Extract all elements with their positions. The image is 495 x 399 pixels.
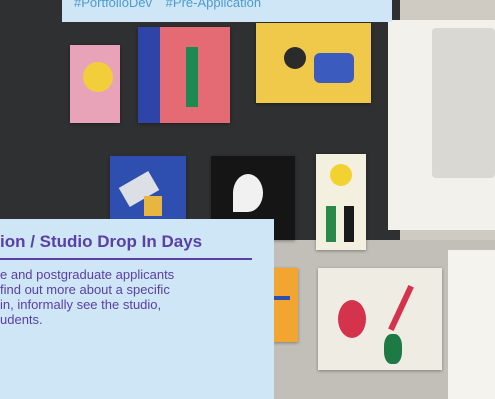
artwork-red-blue [138,27,230,123]
title-underline [0,258,252,260]
card-body-line: udents. [0,312,43,327]
artwork-figures-card [316,154,366,250]
card-title[interactable]: ion / Studio Drop In Days [0,232,202,252]
artwork-yellow-circle [70,45,120,123]
card-body-line: in, informally see the studio, [0,297,162,312]
tag-pre-application[interactable]: #Pre-Application [166,0,261,10]
card-body-line: find out more about a specific [0,282,170,297]
tag-portfolio-dev[interactable]: #PortfolioDev [74,0,152,10]
artwork-yellow-figures [256,23,371,103]
card-body-line: e and postgraduate applicants [0,267,175,282]
sketch-drawing [432,28,495,178]
hashtag-banner: #PortfolioDev #Pre-Application [62,0,392,22]
artwork-open-book [318,268,442,370]
info-card[interactable]: ion / Studio Drop In Days e and postgrad… [0,219,274,399]
card-description: e and postgraduate applicants find out m… [0,267,268,327]
paper-sheet-lower [448,250,495,399]
